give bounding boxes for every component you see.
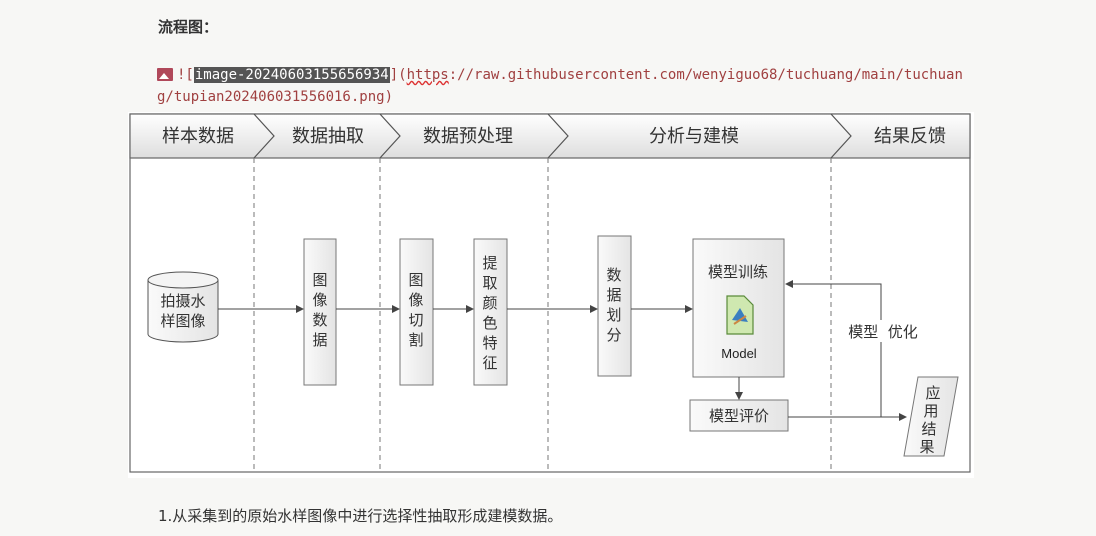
svg-text:像: 像 [408, 291, 423, 309]
md-open: ![ [177, 67, 194, 83]
stage-data-extraction: 数据抽取 [292, 126, 364, 147]
svg-text:用: 用 [923, 402, 938, 420]
stage-analysis-modeling: 分析与建模 [649, 126, 739, 147]
node-model-evaluation: 模型评价 [689, 399, 789, 432]
svg-text:割: 割 [408, 331, 423, 349]
svg-text:据: 据 [312, 331, 327, 349]
node-extract-color-features: 提 取 颜 色 特 征 [473, 238, 508, 386]
svg-text:结: 结 [921, 420, 936, 438]
node-image-data: 图 像 数 据 [303, 238, 337, 386]
svg-text:切: 切 [408, 311, 423, 329]
svg-text:图: 图 [312, 271, 327, 289]
svg-text:数: 数 [312, 311, 327, 329]
url-rest-1: ://raw.githubusercontent.com/wenyiguo68/… [448, 67, 963, 83]
image-icon [157, 68, 173, 81]
node-image-segmentation: 图 像 切 割 [399, 238, 434, 386]
section-heading: 流程图： [158, 18, 219, 36]
svg-text:样图像: 样图像 [160, 312, 205, 330]
svg-text:应: 应 [925, 384, 940, 402]
svg-text:数: 数 [606, 266, 621, 284]
model-icon [726, 295, 754, 335]
svg-text:取: 取 [482, 274, 497, 292]
md-paren: ]( [389, 67, 407, 83]
svg-text:像: 像 [312, 291, 327, 309]
node-capture-sample-image: 拍摄水 样图像 [147, 271, 219, 343]
stage-result-feedback: 结果反馈 [874, 126, 946, 147]
svg-text:颜: 颜 [482, 294, 497, 312]
svg-text:模型评价: 模型评价 [709, 407, 769, 425]
svg-text:Model: Model [721, 346, 757, 361]
image-alt-text[interactable]: image-20240603155656934 [193, 67, 390, 83]
optimize-label: 模型 优化 [848, 323, 918, 341]
node-model-training: 模型训练 Model [692, 238, 785, 378]
svg-text:模型训练: 模型训练 [708, 263, 768, 281]
svg-text:图: 图 [408, 271, 423, 289]
flowchart-image: 样本数据 数据抽取 数据预处理 分析与建模 结果反馈 拍摄水 样图像 图 像 数… [128, 112, 974, 478]
url-scheme: https [406, 67, 449, 83]
url-rest-2: g/tupian202406031556016.png) [157, 89, 394, 105]
svg-text:划: 划 [606, 306, 621, 324]
node-data-split: 数 据 划 分 [597, 235, 632, 377]
svg-text:提: 提 [482, 254, 497, 272]
svg-text:征: 征 [482, 354, 497, 372]
stage-preprocessing: 数据预处理 [423, 126, 513, 147]
svg-text:据: 据 [606, 286, 621, 304]
svg-text:果: 果 [919, 438, 934, 456]
svg-text:拍摄水: 拍摄水 [160, 292, 205, 310]
body-paragraph: 1.从采集到的原始水样图像中进行选择性抽取形成建模数据。 [158, 507, 563, 525]
svg-text:特: 特 [482, 334, 497, 352]
svg-text:分: 分 [606, 326, 621, 344]
svg-text:色: 色 [482, 314, 497, 332]
markdown-image-source[interactable]: ![image-20240603155656934](https://raw.g… [157, 64, 1017, 108]
stage-sample-data: 样本数据 [162, 126, 234, 147]
